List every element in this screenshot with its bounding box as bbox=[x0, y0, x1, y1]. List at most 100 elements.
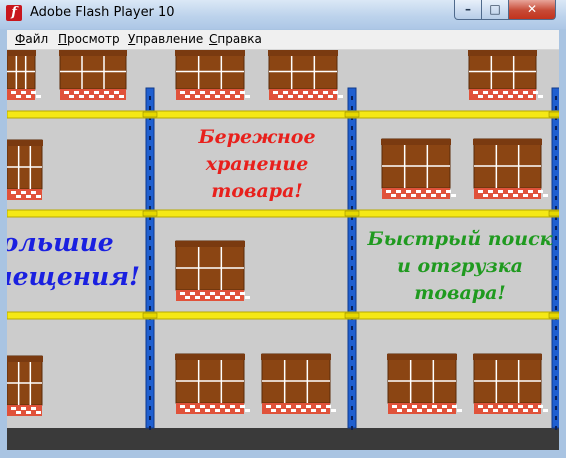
maximize-button[interactable]: □ bbox=[481, 0, 509, 20]
pallet-slat bbox=[11, 91, 16, 94]
pallet-slat bbox=[483, 194, 488, 197]
pallet-slat bbox=[296, 405, 301, 408]
pallet bbox=[176, 290, 244, 301]
pallet-slat bbox=[180, 292, 185, 295]
pallet-slat bbox=[278, 95, 283, 98]
box-lid bbox=[7, 140, 43, 146]
cardboard-box bbox=[175, 240, 245, 291]
pallet-slat bbox=[451, 194, 456, 197]
post-hole bbox=[351, 266, 353, 270]
pallet-slat bbox=[16, 195, 21, 198]
pallet-slat bbox=[190, 91, 195, 94]
box-lid bbox=[175, 354, 245, 360]
pallet-slat bbox=[225, 95, 230, 98]
pallet-slat bbox=[240, 292, 245, 295]
pallet-slat bbox=[21, 91, 26, 94]
post-hole bbox=[149, 166, 151, 170]
menu-help[interactable]: Справка bbox=[209, 32, 262, 47]
pallet-slat bbox=[245, 409, 250, 412]
post-hole bbox=[555, 356, 557, 360]
post-hole bbox=[149, 226, 151, 230]
box-lid bbox=[268, 50, 338, 56]
pallet-slat bbox=[432, 405, 437, 408]
pallet-slat bbox=[407, 409, 412, 412]
pallet-slat bbox=[508, 190, 513, 193]
pallet-slat bbox=[235, 95, 240, 98]
beam-connector bbox=[344, 210, 360, 217]
pallet-slat bbox=[291, 409, 296, 412]
pallet-slat bbox=[240, 405, 245, 408]
pallet-slat bbox=[109, 95, 114, 98]
post-hole bbox=[351, 356, 353, 360]
box-lid bbox=[468, 50, 537, 56]
post-hole bbox=[351, 326, 353, 330]
pallet-slat bbox=[493, 91, 498, 94]
pallet-slat bbox=[473, 91, 478, 94]
pallet-slat bbox=[301, 409, 306, 412]
pallet-slat bbox=[426, 190, 431, 193]
post-hole bbox=[149, 386, 151, 390]
box-lid bbox=[387, 354, 457, 360]
pallet-slat bbox=[386, 190, 391, 193]
pallet-slat bbox=[185, 409, 190, 412]
menu-control[interactable]: Управление bbox=[128, 32, 203, 47]
pallet-slat bbox=[283, 91, 288, 94]
pallet-slat bbox=[441, 194, 446, 197]
pallet-slat bbox=[316, 405, 321, 408]
post-hole bbox=[351, 236, 353, 240]
pallet-slat bbox=[326, 405, 331, 408]
post-hole bbox=[555, 206, 557, 210]
pallet-slat bbox=[210, 405, 215, 408]
post-hole bbox=[149, 206, 151, 210]
pallet-slat bbox=[523, 194, 528, 197]
pallet-slat bbox=[318, 95, 323, 98]
pallet-slat bbox=[180, 91, 185, 94]
pallet bbox=[269, 89, 337, 100]
pallet bbox=[7, 89, 35, 100]
pallet-slat bbox=[488, 95, 493, 98]
cardboard-box bbox=[381, 138, 451, 189]
post-hole bbox=[149, 356, 151, 360]
menu-view[interactable]: Просмотр bbox=[58, 32, 120, 47]
pallet-slat bbox=[523, 91, 528, 94]
post-hole bbox=[149, 306, 151, 310]
box-lid bbox=[473, 354, 542, 360]
pallet-slat bbox=[543, 409, 548, 412]
post-hole bbox=[555, 426, 557, 430]
flash-content[interactable]: Бережное хранение товара! Большие помеще… bbox=[7, 50, 559, 450]
pallet-slat bbox=[328, 95, 333, 98]
pallet-slat bbox=[528, 190, 533, 193]
minimize-button[interactable]: – bbox=[454, 0, 482, 20]
pallet bbox=[469, 89, 536, 100]
pallet-slat bbox=[205, 296, 210, 299]
pallet-slat bbox=[21, 191, 26, 194]
pallet-slat bbox=[185, 95, 190, 98]
beam-connector bbox=[548, 210, 559, 217]
menu-file[interactable]: Файл bbox=[15, 32, 48, 47]
close-button[interactable]: ✕ bbox=[508, 0, 556, 20]
post-hole bbox=[149, 96, 151, 100]
cardboard-box bbox=[7, 139, 43, 190]
box-lid bbox=[473, 139, 542, 145]
pallet-slat bbox=[16, 411, 21, 414]
cardboard-box bbox=[261, 353, 331, 404]
pallet-slat bbox=[225, 296, 230, 299]
pallet-slat bbox=[478, 95, 483, 98]
pallet-slat bbox=[230, 91, 235, 94]
post-hole bbox=[149, 406, 151, 410]
post-hole bbox=[351, 346, 353, 350]
pallet-slat bbox=[503, 194, 508, 197]
cardboard-box bbox=[7, 355, 43, 406]
pallet-slat bbox=[457, 409, 462, 412]
box-lid bbox=[7, 50, 36, 56]
pallet-slat bbox=[230, 405, 235, 408]
pallet-slat bbox=[89, 95, 94, 98]
pallet bbox=[474, 188, 541, 199]
flash-player-window: f Adobe Flash Player 10 – □ ✕ Файл Просм… bbox=[0, 0, 566, 458]
pallet-slat bbox=[321, 409, 326, 412]
pallet-slat bbox=[528, 405, 533, 408]
pallet-slat bbox=[220, 292, 225, 295]
post-hole bbox=[555, 346, 557, 350]
pallet-slat bbox=[180, 405, 185, 408]
title-bar[interactable]: f Adobe Flash Player 10 – □ ✕ bbox=[0, 0, 566, 29]
